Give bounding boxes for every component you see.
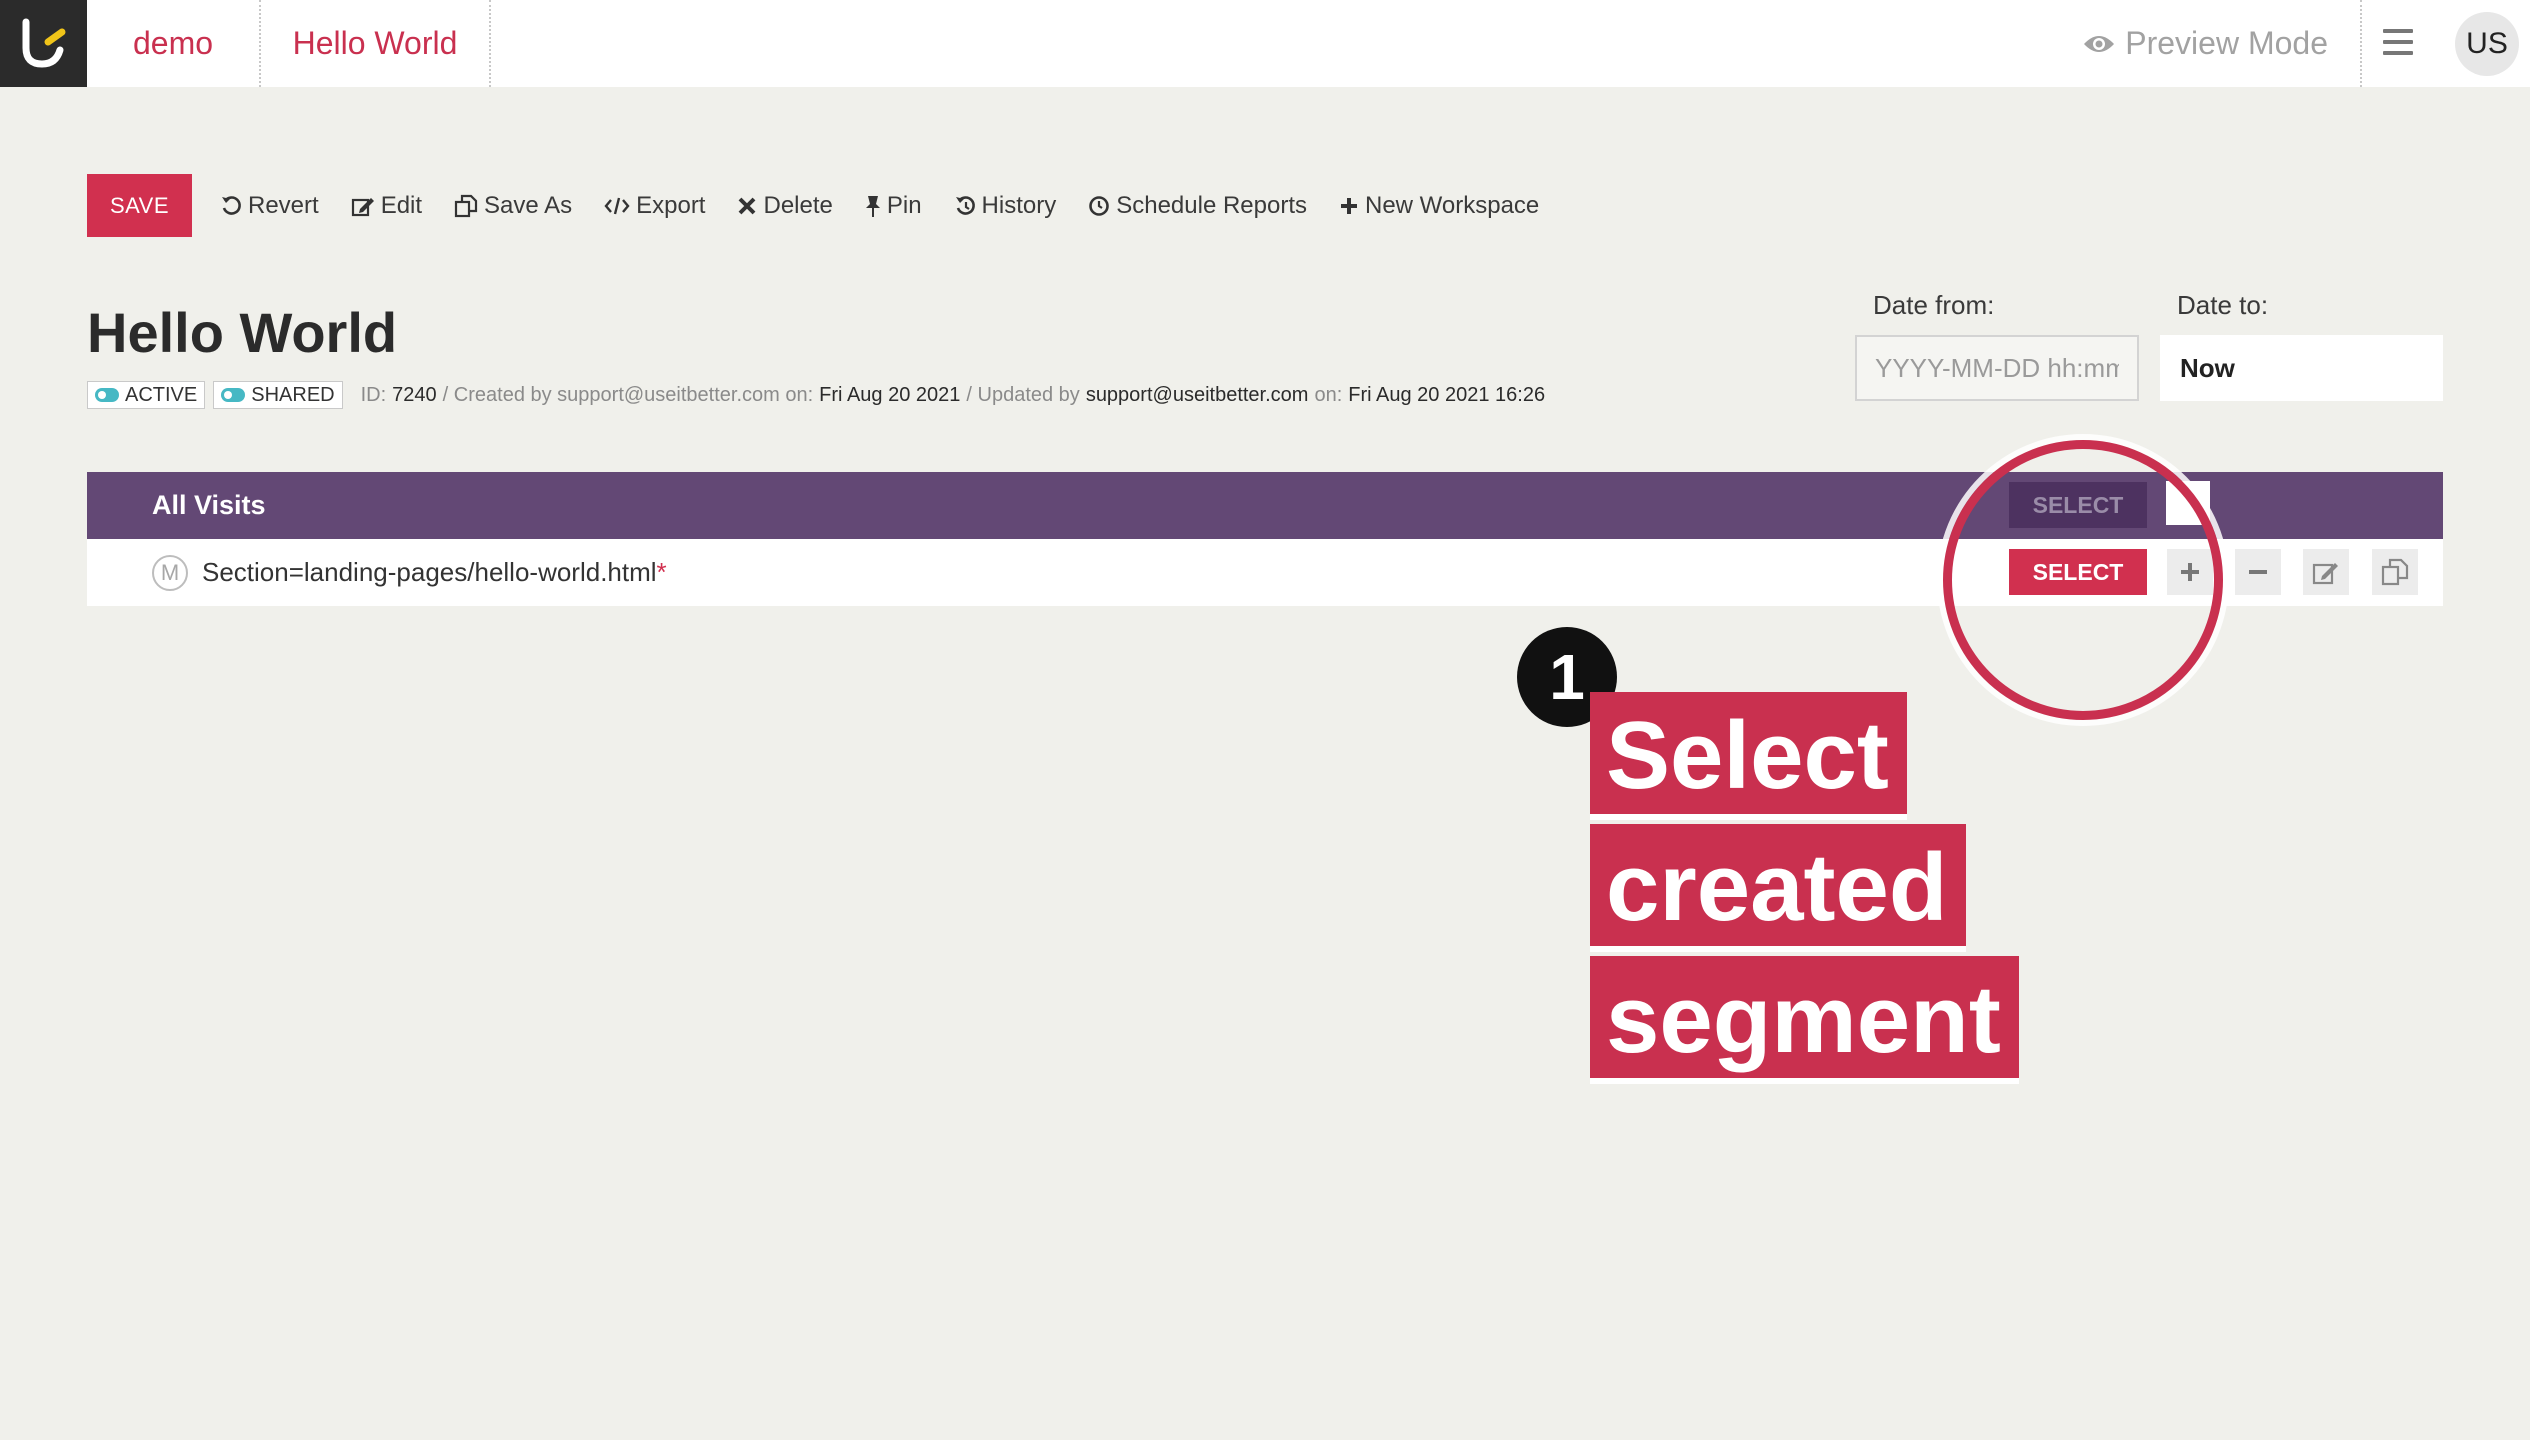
remove-segment-button[interactable] — [2235, 549, 2281, 595]
date-from-input[interactable] — [1855, 335, 2139, 401]
code-icon — [604, 197, 630, 214]
copy-icon — [2381, 558, 2409, 586]
date-from-label: Date from: — [1873, 290, 1995, 320]
created-on: Fri Aug 20 2021 — [819, 383, 961, 406]
breadcrumb-page[interactable]: Hello World — [261, 0, 491, 87]
segment-name: Section=landing-pages/hello-world.html* — [202, 557, 667, 587]
caption-line-3: segment — [1590, 956, 2019, 1084]
caption-line-1: Select — [1590, 692, 1907, 820]
id-label: ID: — [360, 383, 387, 406]
minus-icon — [2249, 570, 2267, 574]
history-icon — [955, 195, 975, 215]
status-badge-shared[interactable]: SHARED — [213, 381, 343, 409]
export-button[interactable]: Export — [604, 192, 705, 220]
save-as-button[interactable]: Save As — [454, 192, 572, 220]
history-button[interactable]: History — [954, 192, 1056, 220]
edit-segment-button[interactable] — [2303, 549, 2349, 595]
segment-group-title: All Visits — [152, 490, 266, 520]
toolbar: SAVE Revert Edit Save As Export Delete P… — [87, 174, 1571, 237]
date-to-input[interactable] — [2160, 335, 2443, 401]
avatar[interactable]: US — [2455, 12, 2519, 76]
updated-by: support@useitbetter.com — [1085, 383, 1309, 406]
breadcrumb-workspace[interactable]: demo — [87, 0, 261, 87]
segment-marker: M — [152, 555, 188, 591]
copy-segment-button[interactable] — [2372, 549, 2418, 595]
caption-line-2: created — [1590, 824, 1966, 952]
schedule-reports-button[interactable]: Schedule Reports — [1088, 192, 1307, 220]
pin-icon — [865, 195, 880, 217]
clock-icon — [1089, 195, 1110, 216]
logo-icon[interactable] — [0, 0, 87, 87]
id-value: 7240 — [392, 383, 437, 406]
page-title: Hello World — [87, 301, 398, 364]
toggle-icon — [221, 388, 246, 402]
revert-button[interactable]: Revert — [220, 192, 319, 220]
delete-icon — [739, 197, 756, 214]
edit-icon — [351, 197, 374, 216]
new-workspace-button[interactable]: New Workspace — [1339, 192, 1539, 220]
updated-by-label: / Updated by — [966, 383, 1080, 406]
date-to-label: Date to: — [2177, 290, 2269, 320]
plus-icon — [1341, 197, 1357, 214]
top-bar: demo Hello World Preview Mode US — [0, 0, 2530, 87]
edit-icon — [2312, 563, 2338, 585]
highlight-ring — [1943, 440, 2223, 720]
preview-mode-label: Preview Mode — [2125, 25, 2328, 61]
toggle-icon — [95, 388, 119, 402]
eye-icon — [2084, 35, 2115, 52]
status-badge-active[interactable]: ACTIVE — [87, 381, 206, 409]
hamburger-icon[interactable] — [2383, 29, 2413, 55]
preview-mode-button[interactable]: Preview Mode — [2083, 0, 2362, 87]
delete-button[interactable]: Delete — [737, 192, 833, 220]
pin-button[interactable]: Pin — [865, 192, 922, 220]
save-button[interactable]: SAVE — [87, 174, 192, 237]
save-as-icon — [454, 194, 478, 217]
on-label: on: — [1314, 383, 1343, 406]
edit-button[interactable]: Edit — [351, 192, 422, 220]
created-by-label: / Created by support@useitbetter.com on: — [442, 383, 814, 406]
page-meta: ACTIVE SHARED ID: 7240 / Created by supp… — [87, 380, 1551, 410]
updated-on: Fri Aug 20 2021 16:26 — [1348, 383, 1546, 406]
revert-icon — [222, 195, 241, 215]
